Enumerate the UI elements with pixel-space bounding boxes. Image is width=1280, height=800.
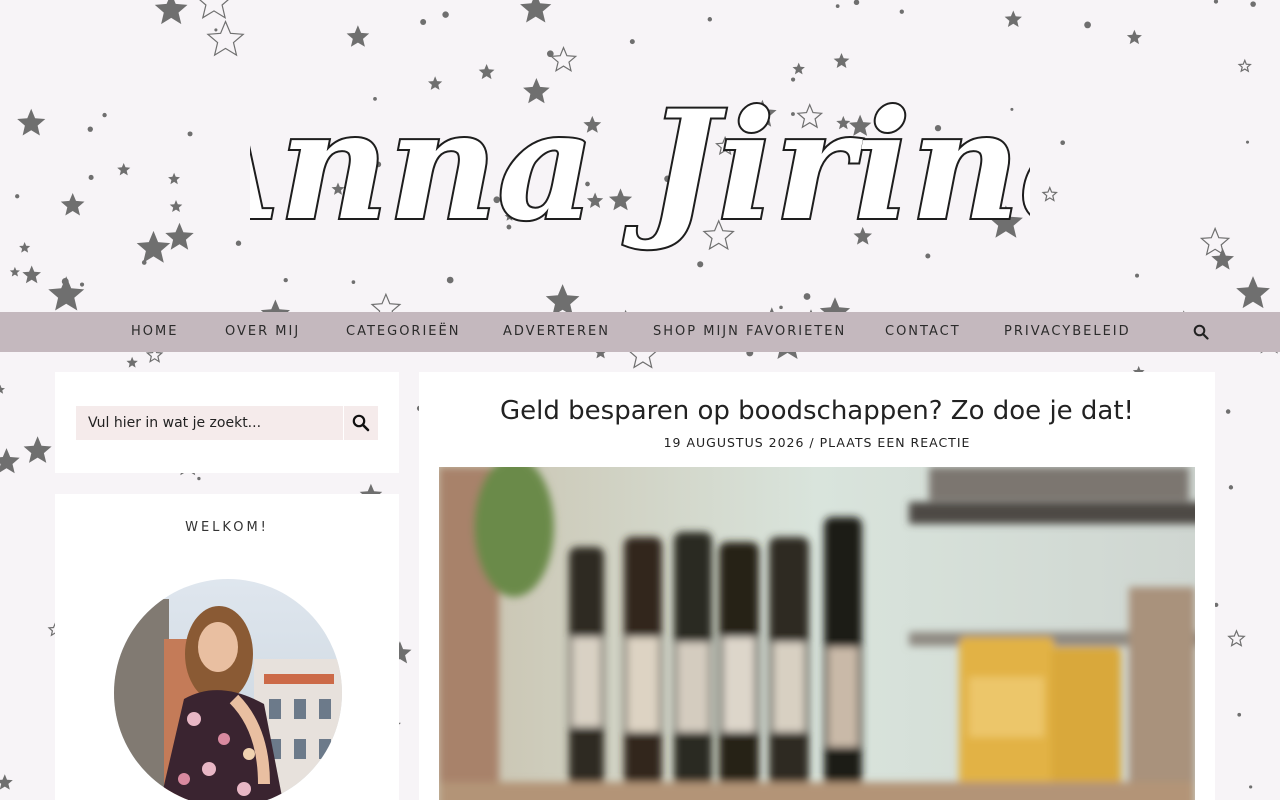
welcome-title: WELKOM!	[185, 520, 269, 535]
search-icon[interactable]	[1193, 324, 1209, 340]
nav-item-contact[interactable]: CONTACT	[885, 312, 961, 352]
search-input[interactable]	[76, 406, 343, 440]
nav-item-shop-mijn-favorieten[interactable]: SHOP MIJN FAVORIETEN	[653, 312, 846, 352]
search-widget	[55, 372, 399, 473]
main-navigation: HOME OVER MIJ CATEGORIEËN ADVERTEREN SHO…	[0, 312, 1280, 352]
article-card: Geld besparen op boodschappen? Zo doe je…	[419, 372, 1215, 800]
article-meta: 19 AUGUSTUS 2026 / PLAATS EEN REACTIE	[419, 435, 1215, 450]
nav-item-categorieen[interactable]: CATEGORIEËN	[346, 312, 460, 352]
search-button[interactable]	[344, 406, 378, 440]
meta-separator: /	[804, 435, 820, 450]
nav-item-privacybeleid[interactable]: PRIVACYBELEID	[1004, 312, 1131, 352]
article-date[interactable]: 19 AUGUSTUS 2026	[664, 435, 805, 450]
avatar	[114, 579, 342, 800]
featured-image[interactable]	[439, 467, 1195, 800]
welcome-widget: WELKOM!	[55, 494, 399, 800]
nav-item-adverteren[interactable]: ADVERTEREN	[503, 312, 610, 352]
nav-item-over-mij[interactable]: OVER MIJ	[225, 312, 300, 352]
site-header: Anna Jirina	[0, 0, 1280, 312]
site-logo-text: Anna Jirina	[250, 78, 1030, 254]
search-icon	[352, 414, 370, 432]
site-logo[interactable]: Anna Jirina	[250, 58, 1030, 258]
nav-item-home[interactable]: HOME	[131, 312, 178, 352]
comment-link[interactable]: PLAATS EEN REACTIE	[820, 435, 971, 450]
article-title[interactable]: Geld besparen op boodschappen? Zo doe je…	[419, 396, 1215, 426]
